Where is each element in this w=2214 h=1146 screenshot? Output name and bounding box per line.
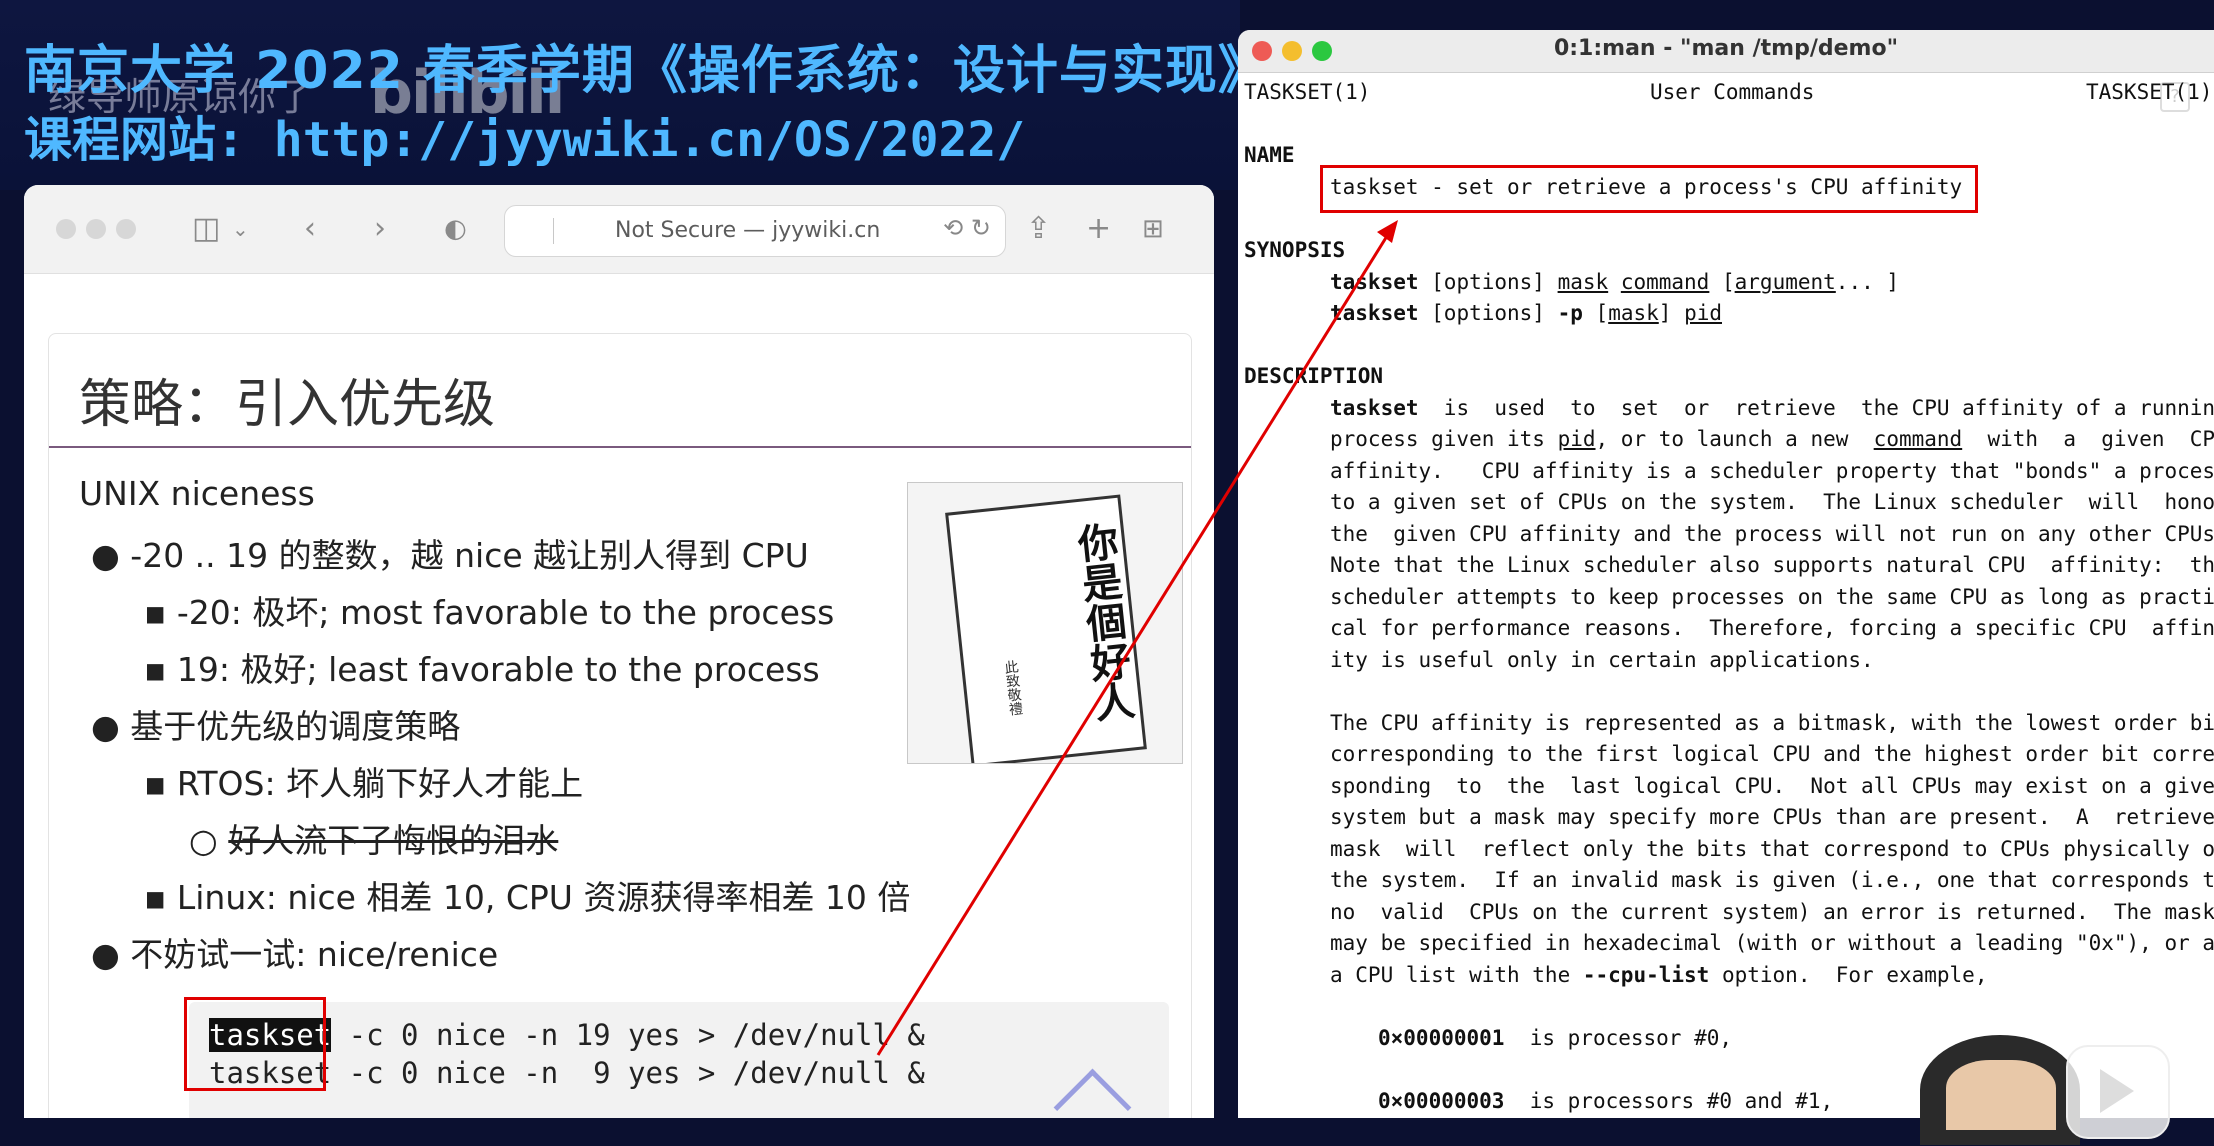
annotation-arrow	[876, 220, 1398, 1056]
presenter-face	[1946, 1060, 2056, 1130]
play-icon	[2100, 1069, 2134, 1113]
bilibili-tv-icon[interactable]	[2066, 1045, 2170, 1139]
